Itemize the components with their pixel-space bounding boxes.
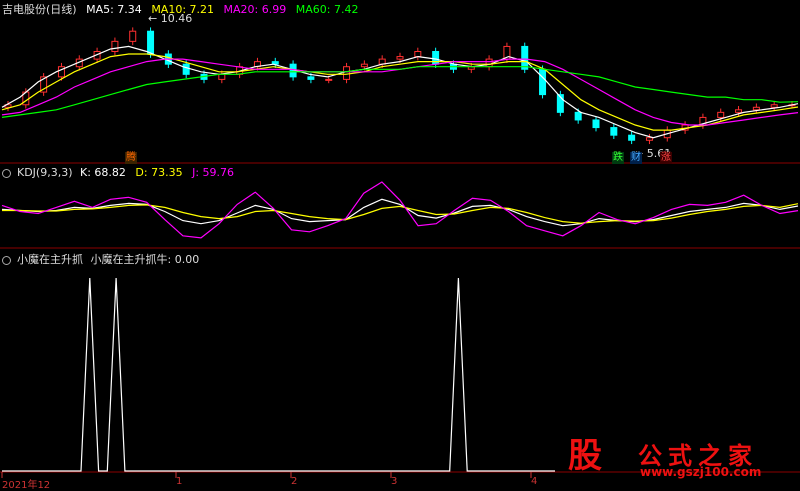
candle-body — [485, 58, 493, 68]
candle-body — [752, 106, 760, 111]
site-logo: 股 公式之家 www.gszj100.com — [556, 434, 788, 480]
signal-tag: 财 — [630, 152, 642, 164]
x-tick-label: 4 — [531, 476, 538, 487]
kdj-line-k — [1, 198, 799, 227]
candle-body — [432, 51, 440, 65]
x-tick-label: 3 — [391, 476, 398, 487]
indicator-panel — [2, 277, 555, 472]
candle-body — [592, 119, 600, 129]
candle-body — [717, 111, 725, 118]
kdj-j-label: J: 59.76 — [192, 166, 235, 179]
indicator-header: 小魔在主升抓 小魔在主升抓牛: 0.00 — [2, 251, 205, 266]
logo-mark: 股 — [568, 436, 602, 476]
candle-body — [645, 137, 653, 141]
candle-body — [770, 104, 778, 108]
stock-title: 吉电股份(日线) — [2, 3, 77, 16]
candle-body — [574, 111, 582, 121]
kdj-d-label: D: 73.35 — [135, 166, 183, 179]
candle-body — [396, 56, 404, 60]
candle-body — [325, 78, 333, 81]
candle-body — [218, 73, 226, 80]
ma60-label: MA60: 7.42 — [295, 3, 359, 16]
indicator-value: 小魔在主升抓牛: 0.00 — [90, 253, 200, 266]
candle-body — [147, 30, 155, 55]
panel-dividers — [0, 162, 800, 473]
candle-body — [610, 127, 618, 136]
collapse-icon[interactable] — [2, 168, 11, 178]
kdj-line-j — [1, 181, 799, 239]
x-tick-label: 1 — [176, 476, 183, 487]
candle-body — [360, 63, 368, 68]
indicator-line — [2, 277, 555, 472]
x-axis — [1, 472, 532, 478]
candle-body — [735, 109, 743, 113]
ma5-label: MA5: 7.34 — [86, 3, 142, 16]
collapse-icon[interactable] — [2, 255, 11, 265]
logo-url: www.gszj100.com — [640, 465, 762, 479]
candle-body — [539, 68, 547, 96]
x-tick-label: 2 — [291, 476, 298, 487]
x-tick-label: 2021年12 — [2, 480, 51, 491]
candle-body — [343, 66, 351, 80]
chart-canvas — [0, 27, 800, 478]
price-panel — [1, 27, 799, 145]
kdj-header: KDJ(9,3,3) K: 68.82 D: 73.35 J: 59.76 — [2, 166, 240, 180]
kdj-panel — [1, 181, 799, 239]
kdj-k-label: K: 68.82 — [80, 166, 126, 179]
candle-body — [307, 76, 315, 80]
candle-body — [628, 134, 636, 141]
indicator-name: 小魔在主升抓 — [17, 253, 83, 266]
signal-tag: 腾 — [125, 152, 137, 164]
high-price-value: 10.46 — [160, 12, 193, 25]
kdj-name: KDJ(9,3,3) — [17, 166, 73, 179]
high-price-label: ← 10.46 — [148, 12, 193, 25]
ma-line-ma60 — [1, 66, 799, 118]
candle-body — [111, 40, 119, 53]
signal-tag: 涨 — [660, 152, 672, 164]
candle-body — [129, 30, 137, 42]
signal-tag: 跌 — [612, 152, 624, 164]
candle-body — [414, 51, 422, 58]
candle-body — [521, 45, 529, 70]
candle-body — [182, 63, 190, 75]
ma20-label: MA20: 6.99 — [223, 3, 287, 16]
